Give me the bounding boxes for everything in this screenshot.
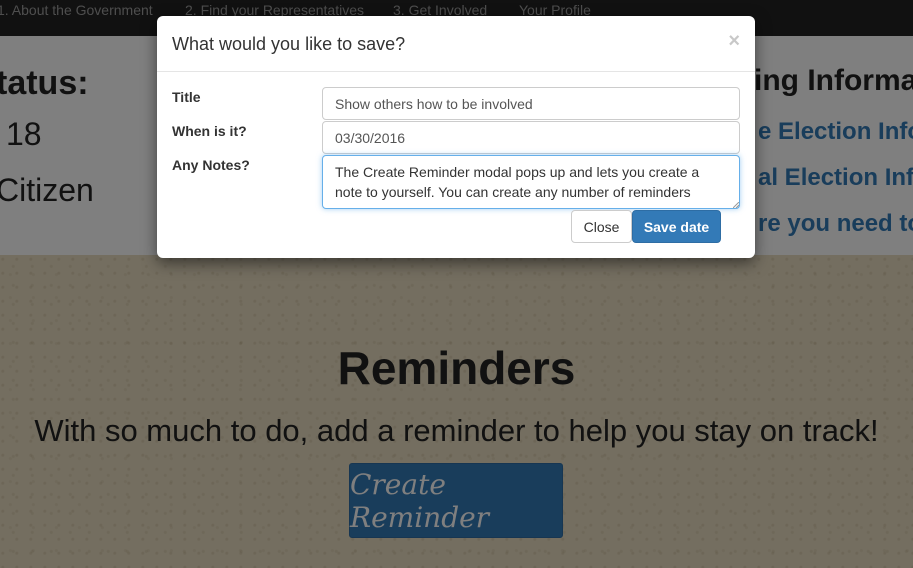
modal-title: What would you like to save? bbox=[172, 34, 406, 54]
notes-field-label: Any Notes? bbox=[172, 157, 250, 173]
title-field-label: Title bbox=[172, 89, 201, 105]
date-field-label: When is it? bbox=[172, 123, 247, 139]
save-reminder-modal: What would you like to save? × Title Whe… bbox=[157, 16, 755, 258]
close-icon[interactable]: × bbox=[728, 31, 740, 51]
title-input[interactable] bbox=[322, 87, 740, 120]
notes-textarea[interactable]: The Create Reminder modal pops up and le… bbox=[322, 155, 740, 209]
save-date-button[interactable]: Save date bbox=[632, 210, 721, 243]
close-button[interactable]: Close bbox=[571, 210, 632, 243]
date-input[interactable] bbox=[322, 121, 740, 154]
modal-header: What would you like to save? × bbox=[157, 16, 755, 72]
